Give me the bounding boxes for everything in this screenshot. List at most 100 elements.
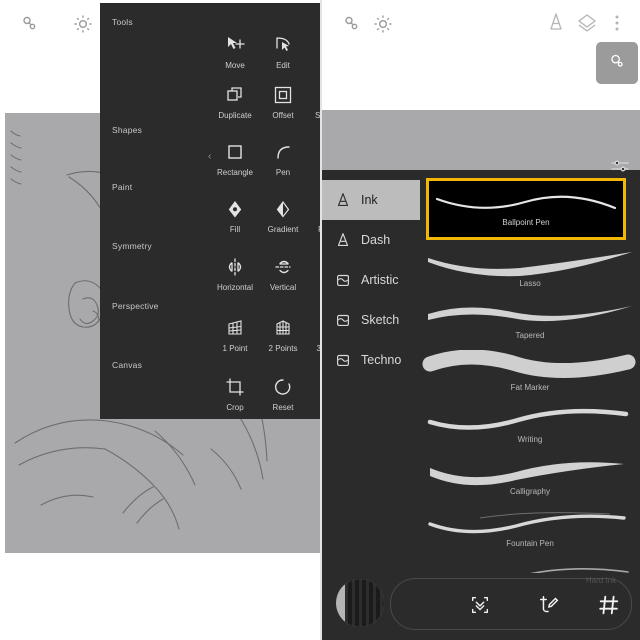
left-bottom-toolbar — [0, 560, 320, 640]
brush-stroke-preview — [420, 402, 640, 436]
tool-label: Edit — [276, 61, 290, 70]
tool-label: Pattern — [307, 225, 320, 234]
duplicate-icon — [223, 83, 247, 107]
tool-pen[interactable]: Pen — [259, 138, 307, 186]
brush-item-writing[interactable]: Writing — [420, 402, 640, 454]
perspective-2points-icon — [271, 316, 295, 340]
more-vertical-icon[interactable] — [607, 10, 627, 36]
bottom-action-pill: Hard Ink — [390, 576, 632, 630]
tool-perspective-1point[interactable]: 1 Point — [211, 314, 259, 362]
brush-stroke-preview — [420, 298, 640, 332]
tool-label: Vertical — [269, 283, 297, 292]
brush-stroke-preview — [420, 454, 640, 488]
lazy-toggle-button[interactable] — [596, 42, 638, 84]
move-icon — [223, 33, 247, 57]
brush-stroke-preview — [420, 246, 640, 280]
section-label-canvas: Canvas — [112, 360, 143, 370]
tool-label: Offset — [272, 111, 294, 120]
perspective-1point-icon — [223, 316, 247, 340]
screenshot-root: Tools Move Edit Duplicate Offset S Shape… — [0, 0, 640, 640]
brush-name: Fat Marker — [510, 383, 550, 392]
tool-select[interactable]: Select — [307, 31, 321, 79]
tool-arc[interactable]: Arc — [307, 138, 320, 186]
tool-edit[interactable]: Edit — [259, 31, 307, 79]
brush-name: Writing — [517, 435, 543, 444]
lazy-icon[interactable] — [18, 12, 42, 36]
brush-tip-icon[interactable] — [544, 10, 568, 34]
tool-move[interactable]: Move — [211, 31, 259, 79]
brush-category-dash[interactable]: Dash — [322, 220, 420, 260]
brush-stroke-preview — [429, 185, 623, 219]
brush-category-label: Ink — [361, 193, 378, 207]
section-label-symmetry: Symmetry — [112, 241, 152, 251]
brush-category-techno[interactable]: Techno — [322, 340, 420, 380]
tool-reset[interactable]: Reset — [259, 373, 307, 421]
hash-grid-icon[interactable] — [594, 593, 624, 617]
brush-stroke-preview — [420, 349, 640, 384]
brush-name: Calligraphy — [509, 487, 551, 496]
brush-name: Tapered — [515, 331, 545, 340]
paint-pot-icon — [334, 271, 352, 289]
tool-label: Gradient — [267, 225, 299, 234]
tool-perspective-2points[interactable]: 2 Points — [259, 314, 307, 362]
section-label-paint: Paint — [112, 182, 133, 192]
gradient-icon — [271, 197, 295, 221]
tool-label: Arc — [307, 168, 320, 177]
tool-offset[interactable]: Offset — [259, 81, 307, 129]
tool-duplicate[interactable]: Duplicate — [211, 81, 259, 129]
brush-category-artistic[interactable]: Artistic — [322, 260, 420, 300]
brush-category-label: Dash — [361, 233, 391, 247]
collapse-chevrons-icon[interactable] — [465, 593, 495, 617]
edit-brush-icon[interactable] — [534, 593, 564, 617]
tool-flip[interactable]: Flip — [307, 373, 320, 421]
panel-divider — [320, 0, 322, 640]
lazy-icon — [606, 50, 628, 77]
ink-bottle-icon — [334, 231, 352, 249]
tool-crop[interactable]: Crop — [211, 373, 259, 421]
brush-preview-swatch[interactable] — [336, 579, 384, 627]
tool-gradient[interactable]: Gradient — [259, 195, 307, 243]
tool-label: Reset — [272, 403, 294, 412]
tool-label: Fill — [229, 225, 241, 234]
brush-category-label: Techno — [361, 353, 402, 367]
current-brush-name: Hard Ink — [585, 576, 617, 585]
gear-icon[interactable] — [370, 11, 396, 37]
brush-item-lasso[interactable]: Lasso — [420, 246, 640, 298]
layers-icon[interactable] — [574, 10, 600, 36]
tools-popup-panel: Tools Move Edit Duplicate Offset S Shape… — [100, 3, 320, 419]
brush-picker: Ink Dash Artistic Sketch Techno Ballpoin… — [322, 160, 640, 640]
tool-fill[interactable]: Fill — [211, 195, 259, 243]
brush-item-calligraphy[interactable]: Calligraphy — [420, 454, 640, 506]
tool-label: Radial — [307, 283, 321, 292]
brush-item-fountain-pen[interactable]: Fountain Pen — [420, 506, 640, 558]
pen-curve-icon — [271, 140, 295, 164]
edit-node-icon — [271, 33, 295, 57]
tool-label: 3 Points — [316, 344, 320, 353]
tool-label: Select — [307, 61, 321, 70]
brush-category-ink[interactable]: Ink — [322, 180, 420, 220]
brush-item-ballpoint-pen[interactable]: Ballpoint Pen — [426, 178, 626, 240]
tool-perspective-3points[interactable]: 3 Points — [307, 314, 320, 362]
symmetry-horizontal-icon — [223, 255, 247, 279]
section-label-perspective: Perspective — [112, 301, 159, 311]
tool-symmetry-vertical[interactable]: Vertical — [259, 253, 307, 301]
tool-symmetry-radial[interactable]: Radial — [307, 253, 321, 301]
brush-category-list: Ink Dash Artistic Sketch Techno — [322, 180, 420, 580]
lazy-icon[interactable] — [340, 12, 364, 36]
ink-bottle-icon — [334, 191, 352, 209]
tool-label: 2 Points — [268, 344, 298, 353]
right-bottom-toolbar: Hard Ink — [322, 573, 640, 640]
tool-symmetry-horizontal[interactable]: Horizontal — [211, 253, 259, 301]
fill-icon — [223, 197, 247, 221]
reset-icon — [271, 375, 295, 399]
brush-item-tapered[interactable]: Tapered — [420, 298, 640, 350]
gear-icon[interactable] — [70, 11, 96, 37]
tool-segment[interactable]: Segment — [307, 81, 320, 129]
brush-item-fat-marker[interactable]: Fat Marker — [420, 349, 640, 402]
tool-label: Segment — [314, 111, 320, 120]
tool-rectangle[interactable]: Rectangle — [211, 138, 259, 186]
brush-category-sketch[interactable]: Sketch — [322, 300, 420, 340]
brush-list: Ballpoint Pen Lasso Tapered Fat Marker W… — [420, 170, 640, 640]
tool-label: Horizontal — [216, 283, 253, 292]
tool-pattern[interactable]: Pattern — [307, 195, 320, 243]
